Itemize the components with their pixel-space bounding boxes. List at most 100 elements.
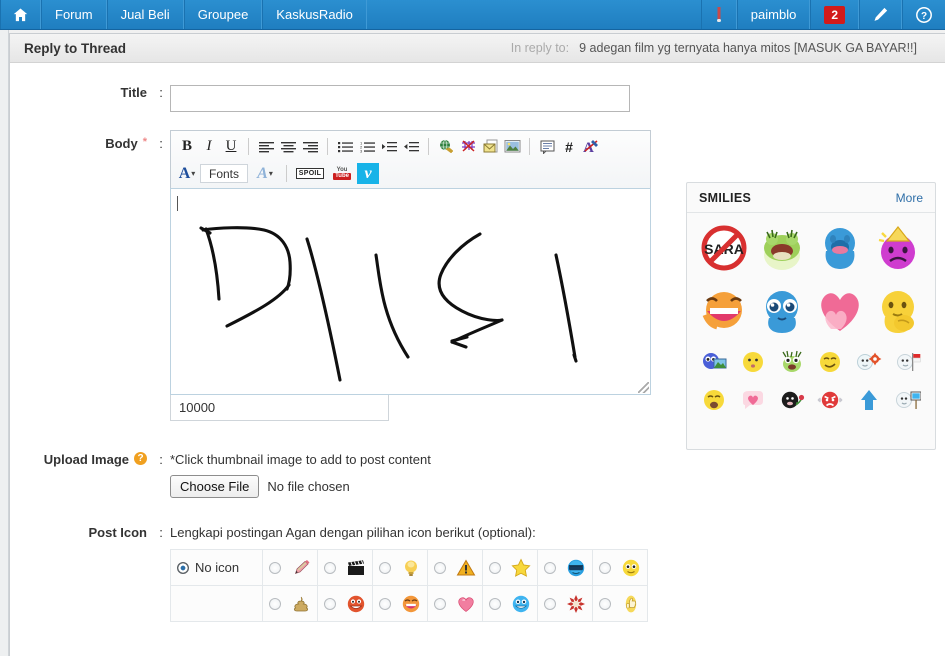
nav-help[interactable]: ? [902,0,945,29]
nav-username[interactable]: paimblo [736,0,811,29]
post-icon-radio[interactable] [324,561,336,574]
orange-laugh-icon[interactable] [699,285,749,335]
post-icon-radio[interactable] [544,561,556,574]
nav-forum[interactable]: Forum [41,0,107,29]
remove-format-icon[interactable]: A [580,136,602,157]
insert-image-icon[interactable] [501,136,523,157]
post-icon-radio[interactable] [489,561,501,574]
post-icon-cell-lightbulb[interactable] [372,549,428,586]
pink-heart-icon[interactable] [815,285,865,335]
code-icon[interactable]: # [558,136,580,157]
post-icon-radio[interactable] [434,597,446,610]
green-frog-icon[interactable] [757,223,807,273]
yellow-shy-icon[interactable] [873,285,923,335]
post-icon-cell-red-grin[interactable] [317,585,373,622]
post-icon-radio[interactable] [269,561,281,574]
post-icon-radio[interactable] [599,561,611,574]
align-left-icon[interactable] [255,136,277,157]
nav-groupee[interactable]: Groupee [183,0,263,29]
indent-increase-icon[interactable] [378,136,400,157]
no-icon-cell[interactable]: No icon [170,549,263,586]
post-icon-row-1: No icon [170,549,648,586]
post-icon-radio[interactable] [489,597,501,610]
blue-teary-icon[interactable] [757,285,807,335]
no-icon-radio[interactable] [177,562,189,575]
green-monster-icon[interactable] [779,349,805,375]
body-textarea[interactable] [170,188,651,395]
title-label: Title [120,85,148,100]
post-icon-radio[interactable] [434,561,446,574]
insert-email-icon[interactable] [479,136,501,157]
post-icon-cell-red-burst[interactable] [537,585,593,622]
align-right-icon[interactable] [299,136,321,157]
quote-icon[interactable] [536,136,558,157]
smilies-more-link[interactable]: More [896,191,923,205]
black-rose-icon[interactable] [779,387,805,413]
post-icon-cell-warning[interactable] [427,549,483,586]
blue-blob-icon[interactable] [815,223,865,273]
numbered-list-icon[interactable]: 123 [356,136,378,157]
red-angry-icon[interactable] [817,387,843,413]
nav-jual-beli[interactable]: Jual Beli [106,0,184,29]
nav-kaskusradio[interactable]: KaskusRadio [262,0,367,29]
body-label: Body [105,136,138,151]
yellow-shock-icon[interactable] [701,387,727,413]
post-icon-radio[interactable] [269,597,281,610]
post-icon-cell-sunglasses[interactable] [537,549,593,586]
youtube-icon[interactable]: You Tube [332,165,352,183]
blue-photo-icon[interactable] [701,349,727,375]
post-icon-cell-yellow-eyes[interactable] [592,549,648,586]
spoiler-icon[interactable]: SPOIL [293,163,327,184]
nav-notifications[interactable]: 2 [810,0,859,29]
no-sara-icon[interactable]: SARA [699,223,749,273]
resize-handle[interactable] [638,382,649,393]
post-icon-radio[interactable] [379,561,391,574]
home-icon [13,8,28,22]
char-count-field[interactable]: 10000 [170,395,389,421]
post-icon-cell-poop[interactable] [262,585,318,622]
vimeo-icon[interactable]: v [357,163,380,184]
align-center-icon[interactable] [277,136,299,157]
font-size-icon[interactable]: A ▾ [250,163,280,184]
post-icon-radio[interactable] [599,597,611,610]
help-icon[interactable]: ? [134,452,147,465]
blue-arrow-up-icon[interactable] [856,387,882,413]
post-icon-cell-orange-laugh[interactable] [372,585,428,622]
yellow-silent-icon[interactable] [740,349,766,375]
post-icon-cell-star[interactable] [482,549,538,586]
font-color-icon[interactable]: A ▾ [176,163,198,184]
bullet-list-icon[interactable] [334,136,356,157]
in-reply-to-label: In reply to: [510,41,570,55]
panel-header: Reply to Thread In reply to: 9 adegan fi… [10,34,945,63]
poop-icon [291,594,311,614]
fonts-dropdown[interactable]: Fonts [200,164,249,183]
title-label-cell: Title : [10,85,170,100]
bold-icon[interactable]: B [176,136,198,157]
post-icon-cell-clapperboard[interactable] [317,549,373,586]
post-icon-radio[interactable] [379,597,391,610]
italic-icon[interactable]: I [198,136,220,157]
nav-user-avatar[interactable] [700,0,737,29]
insert-link-icon[interactable] [435,136,457,157]
post-icon-cell-pencil[interactable] [262,549,318,586]
page-title: Reply to Thread [24,40,127,56]
choose-file-button[interactable]: Choose File [170,475,260,498]
nav-home[interactable] [0,0,41,29]
white-flag-icon[interactable] [895,349,921,375]
white-sign-icon[interactable] [895,387,922,413]
underline-icon[interactable]: U [220,136,242,157]
post-icon-radio[interactable] [324,597,336,610]
post-icon-cell-thumbs-up[interactable] [592,585,648,622]
purple-party-sad-icon[interactable] [873,223,923,273]
thread-title-link[interactable]: 9 adegan film yg ternyata hanya mitos [M… [579,41,917,55]
remove-link-icon[interactable] [457,136,479,157]
white-gear-icon[interactable] [856,349,882,375]
post-icon-radio[interactable] [544,597,556,610]
yellow-smirk-icon[interactable] [817,349,843,375]
post-icon-cell-heart[interactable] [427,585,483,622]
indent-decrease-icon[interactable] [400,136,422,157]
pink-heart-bubble-icon[interactable] [740,387,766,413]
nav-compose[interactable] [859,0,902,29]
post-icon-cell-blue-grin[interactable] [482,585,538,622]
title-input[interactable] [170,85,630,112]
